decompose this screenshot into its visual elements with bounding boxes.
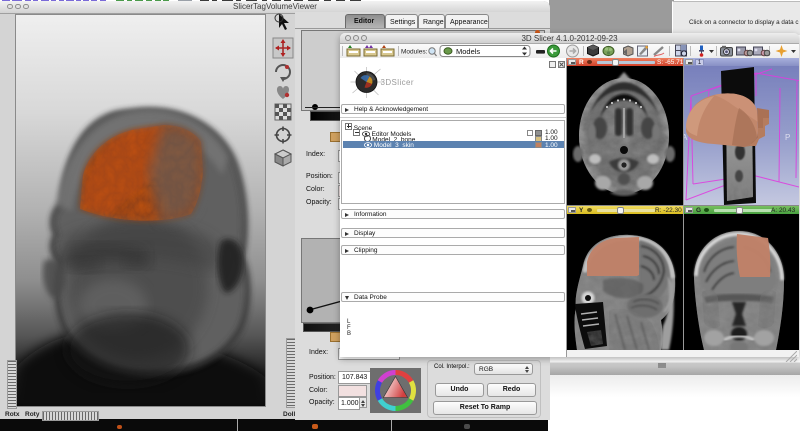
svg-text:Models: Models bbox=[456, 47, 480, 56]
svg-text:Modules:: Modules: bbox=[401, 49, 428, 56]
svg-text:P: P bbox=[785, 133, 790, 142]
svg-text:3DSlicer: 3DSlicer bbox=[381, 78, 414, 87]
